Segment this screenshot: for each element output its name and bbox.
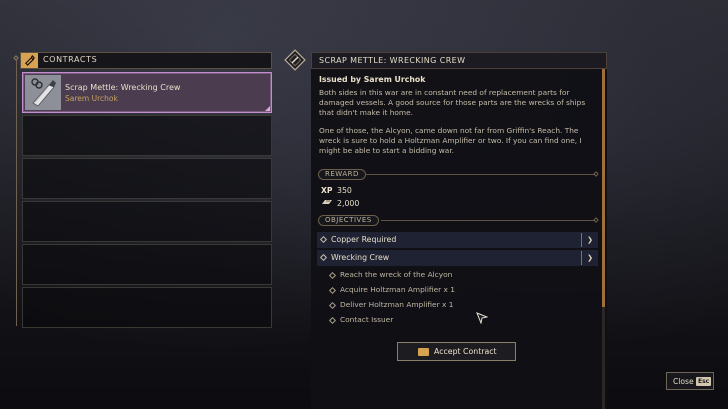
objective-group-title: Wrecking Crew — [331, 253, 390, 262]
chevron-down-icon[interactable]: ❯ — [581, 233, 598, 247]
chevron-down-icon[interactable]: ❯ — [581, 251, 598, 265]
contract-title: Scrap Mettle: Wrecking Crew — [65, 83, 181, 92]
objective-step-text: Deliver Holtzman Amplifier x 1 — [340, 300, 454, 309]
objective-step-text: Reach the wreck of the Alcyon — [340, 270, 453, 279]
empty-contract-slot — [22, 244, 272, 285]
objective-group-copper[interactable]: Copper Required ❯ — [317, 232, 598, 248]
issuer-line: Issued by Sarem Urchok — [319, 75, 426, 84]
rail-line — [16, 60, 17, 326]
reward-divider — [365, 174, 595, 175]
contract-emblem-icon — [284, 49, 306, 71]
objective-step-text: Acquire Holtzman Amplifier x 1 — [340, 285, 455, 294]
reward-section-label: REWARD — [318, 169, 366, 180]
xp-reward: XP 350 — [321, 186, 352, 195]
close-button[interactable]: Close Esc — [666, 372, 714, 390]
mouse-cursor-icon — [476, 309, 489, 325]
currency-reward: 2,000 — [321, 198, 359, 208]
selected-corner-marker — [265, 106, 270, 111]
empty-contract-slot — [22, 158, 272, 199]
objective-group-title: Copper Required — [331, 235, 397, 244]
xp-value: 350 — [337, 186, 352, 195]
contract-detail-header: SCRAP METTLE: WRECKING CREW — [311, 52, 607, 69]
objective-diamond-icon — [319, 253, 328, 262]
left-rail-decoration — [13, 55, 19, 326]
objectives-section-label: OBJECTIVES — [318, 215, 379, 226]
contracts-title: CONTRACTS — [43, 55, 98, 64]
xp-key: XP — [321, 186, 333, 195]
objective-group-wrecking[interactable]: Wrecking Crew ❯ — [317, 250, 598, 266]
accept-contract-button[interactable]: Accept Contract — [397, 342, 516, 361]
objective-step-text: Contact Issuer — [340, 315, 394, 324]
objectives-divider — [381, 220, 595, 221]
scrollbar-thumb[interactable] — [602, 69, 605, 307]
knife-illustration-icon — [25, 75, 61, 110]
solari-icon — [321, 198, 337, 208]
currency-value: 2,000 — [337, 198, 360, 208]
contract-issuer: Sarem Urchok — [65, 94, 118, 103]
description-paragraph-2: One of those, the Alcyon, came down not … — [319, 126, 582, 156]
contract-detail-title: SCRAP METTLE: WRECKING CREW — [319, 56, 466, 65]
accept-contract-label: Accept Contract — [434, 347, 497, 356]
contract-accept-icon — [418, 348, 429, 356]
contract-scroll-icon — [21, 53, 38, 68]
objective-diamond-icon — [319, 235, 328, 244]
contract-list-item[interactable]: Scrap Mettle: Wrecking Crew Sarem Urchok — [22, 72, 272, 113]
empty-contract-slot — [22, 201, 272, 242]
contract-thumbnail — [25, 75, 61, 110]
empty-contract-slot — [22, 287, 272, 328]
close-label: Close — [673, 377, 694, 386]
empty-contract-slot — [22, 115, 272, 156]
contracts-header: CONTRACTS — [20, 52, 272, 69]
description-paragraph-1: Both sides in this war are in constant n… — [319, 88, 586, 118]
esc-key-hint: Esc — [696, 377, 712, 386]
